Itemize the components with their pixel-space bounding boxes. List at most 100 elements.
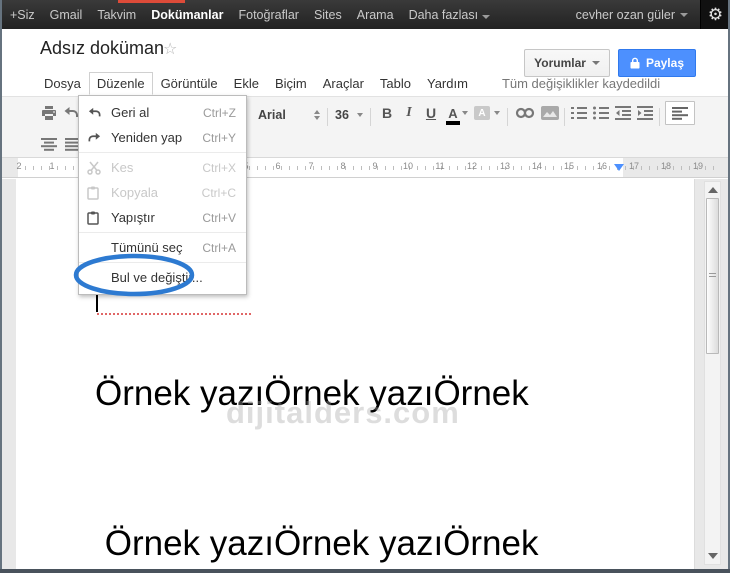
- gear-icon: ⚙: [707, 5, 724, 24]
- increase-indent-button[interactable]: [635, 101, 655, 125]
- align-center-icon: [41, 137, 57, 151]
- topbar-item-daha-fazlasi[interactable]: Daha fazlası: [409, 8, 490, 22]
- font-size-value: 36: [335, 108, 349, 122]
- doc-header: Adsız doküman ☆ Yorumlar Paylaş Dosya Dü…: [2, 29, 728, 96]
- menu-goruntule[interactable]: Görüntüle: [153, 72, 226, 95]
- chevron-down-icon: [462, 111, 468, 115]
- right-margin-marker[interactable]: [614, 164, 624, 171]
- google-topbar: +Siz Gmail Takvim Dokümanlar Fotoğraflar…: [0, 0, 730, 29]
- user-menu[interactable]: cevher ozan güler: [564, 8, 700, 22]
- bold-button[interactable]: B: [378, 101, 396, 125]
- italic-button[interactable]: I: [400, 101, 418, 125]
- indent-icon: [637, 106, 653, 120]
- scrollbar-thumb[interactable]: [706, 198, 719, 354]
- menu-araclar[interactable]: Araçlar: [315, 72, 372, 95]
- ruler-number: 2: [16, 161, 22, 171]
- menu-item-yapistir[interactable]: Yapıştır Ctrl+V: [79, 205, 246, 230]
- topbar-nav: +Siz Gmail Takvim Dokümanlar Fotoğraflar…: [0, 8, 564, 22]
- topbar-item-sites[interactable]: Sites: [314, 8, 342, 22]
- bulleted-list-button[interactable]: [591, 101, 611, 125]
- insert-link-button[interactable]: [513, 101, 537, 125]
- scrollbar-grip: [709, 273, 716, 279]
- highlight-color-button[interactable]: A: [472, 101, 492, 125]
- menu-separator: [79, 152, 246, 153]
- ruler-number: 8: [340, 161, 346, 171]
- topbar-item-takvim[interactable]: Takvim: [97, 8, 136, 22]
- print-icon: [42, 106, 56, 120]
- align-center-button[interactable]: [38, 132, 60, 156]
- menu-duzenle[interactable]: Düzenle: [88, 72, 153, 95]
- print-button[interactable]: [38, 101, 60, 125]
- lock-icon: [630, 57, 640, 69]
- outdent-icon: [615, 106, 631, 120]
- text-color-dropdown[interactable]: [460, 101, 470, 125]
- menu-yardim[interactable]: Yardım: [419, 72, 476, 95]
- toolbar-divider: [564, 108, 565, 126]
- ruler-number: 15: [563, 161, 575, 171]
- topbar-item-arama[interactable]: Arama: [357, 8, 394, 22]
- menu-ekle[interactable]: Ekle: [226, 72, 267, 95]
- menu-item-label: Geri al: [111, 105, 150, 120]
- redo-icon: [87, 132, 111, 144]
- updown-arrows-icon: [314, 110, 320, 120]
- scissors-icon: [87, 161, 111, 175]
- vertical-scrollbar[interactable]: [704, 181, 721, 565]
- scroll-up-arrow-icon[interactable]: [708, 187, 718, 193]
- undo-icon: [64, 107, 78, 117]
- menu-item-shortcut: Ctrl+Y: [202, 130, 236, 145]
- menu-dosya[interactable]: Dosya: [36, 72, 89, 95]
- star-icon[interactable]: ☆: [163, 39, 177, 59]
- watermark-text: dijitalders.com: [226, 395, 460, 430]
- highlight-color-dropdown[interactable]: [492, 101, 502, 125]
- topbar-right: cevher ozan güler ⚙: [564, 0, 730, 29]
- menu-tablo[interactable]: Tablo: [372, 72, 419, 95]
- menubar: Dosya Düzenle Görüntüle Ekle Biçim Araçl…: [36, 72, 660, 95]
- align-left-icon: [672, 106, 688, 120]
- save-status: Tüm değişiklikler kaydedildi: [501, 76, 661, 91]
- menu-bicim[interactable]: Biçim: [267, 72, 315, 95]
- menu-item-shortcut: Ctrl+A: [202, 240, 236, 255]
- clipboard-icon: [87, 186, 111, 200]
- menu-item-kes: Kes Ctrl+X: [79, 155, 246, 180]
- font-family-select[interactable]: Arial: [254, 103, 324, 127]
- menu-item-bul-ve-degistir[interactable]: Bul ve değiştir...: [79, 265, 246, 290]
- topbar-item-dokumanlar[interactable]: Dokümanlar: [151, 8, 223, 22]
- highlight-label: A: [478, 107, 486, 119]
- bold-label: B: [381, 105, 393, 121]
- toolbar-divider: [370, 108, 371, 126]
- chevron-down-icon: [680, 12, 688, 17]
- scroll-down-arrow-icon[interactable]: [708, 553, 718, 559]
- ruler-number: 10: [402, 161, 414, 171]
- italic-label: I: [406, 105, 412, 120]
- toolbar-divider: [659, 108, 660, 126]
- user-name: cevher ozan güler: [575, 7, 675, 22]
- undo-icon: [87, 107, 111, 119]
- ruler-number: 14: [531, 161, 543, 171]
- menu-item-label: Kes: [111, 160, 134, 175]
- active-tab-accent: [118, 0, 185, 3]
- menu-item-tumunu-sec[interactable]: Tümünü seç Ctrl+A: [79, 235, 246, 260]
- topbar-item-gmail[interactable]: Gmail: [50, 8, 83, 22]
- ruler-number: 1: [49, 161, 55, 171]
- ruler-number: 18: [660, 161, 672, 171]
- menu-item-shortcut: Ctrl+C: [201, 185, 236, 200]
- topbar-item-label: Daha fazlası: [408, 7, 479, 22]
- edit-dropdown-menu: Geri al Ctrl+Z Yeniden yap Ctrl+Y Kes Ct…: [78, 95, 247, 295]
- numbered-list-button[interactable]: [569, 101, 589, 125]
- chevron-down-icon: [481, 14, 490, 19]
- menu-item-geri-al[interactable]: Geri al Ctrl+Z: [79, 100, 246, 125]
- topbar-item-fotograflar[interactable]: Fotoğraflar: [238, 8, 298, 22]
- chevron-down-icon: [494, 111, 500, 115]
- menu-item-label: Tümünü seç: [111, 240, 183, 255]
- ruler-number: 7: [308, 161, 314, 171]
- font-size-select[interactable]: 36: [332, 103, 366, 127]
- menu-separator: [79, 262, 246, 263]
- topbar-item-plus-siz[interactable]: +Siz: [10, 8, 35, 22]
- align-left-button[interactable]: [665, 101, 695, 125]
- decrease-indent-button[interactable]: [613, 101, 633, 125]
- menu-item-yeniden-yap[interactable]: Yeniden yap Ctrl+Y: [79, 125, 246, 150]
- settings-button[interactable]: ⚙: [700, 0, 730, 29]
- document-title[interactable]: Adsız doküman: [40, 38, 164, 59]
- underline-button[interactable]: U: [422, 101, 440, 125]
- insert-image-button[interactable]: [539, 101, 561, 125]
